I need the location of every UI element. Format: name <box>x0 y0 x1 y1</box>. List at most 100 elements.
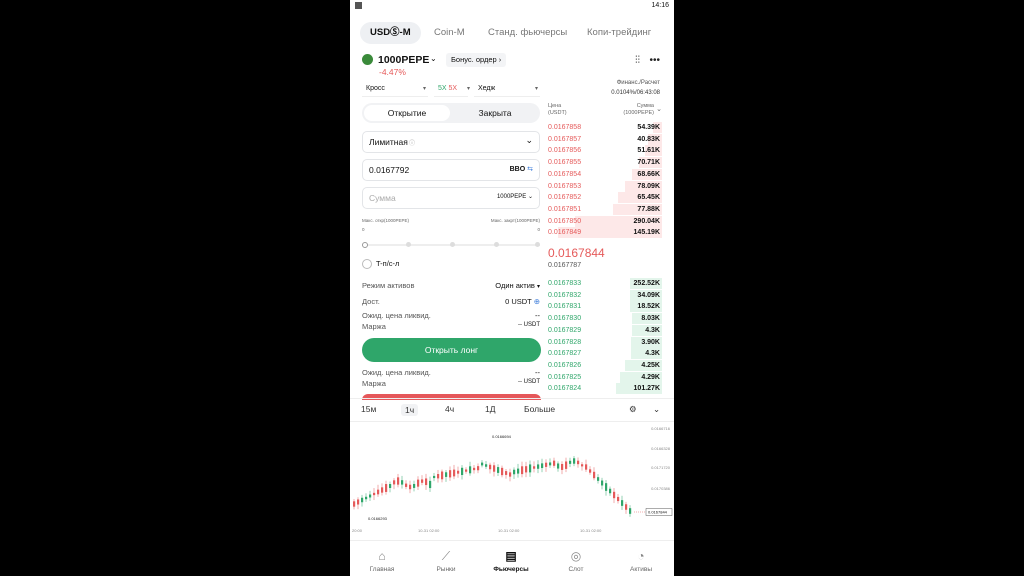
nav-markets[interactable]: ⟋ Рынки <box>414 546 478 573</box>
position-mode-select[interactable]: Хедж ▾ <box>474 82 540 97</box>
ask-row[interactable]: 0.0167851 77.88K <box>546 203 662 215</box>
ask-row[interactable]: 0.0167858 54.39K <box>546 122 662 133</box>
transfer-icon[interactable]: ⊕ <box>534 297 540 306</box>
candle-body <box>393 480 396 485</box>
mark-price: 0.0167787 <box>548 262 582 269</box>
slider-step-75[interactable] <box>494 242 499 247</box>
bbo-button[interactable]: BBO ⇆ <box>510 165 533 173</box>
nav-slot[interactable]: ◎ Слот <box>544 546 608 573</box>
candle-body <box>593 471 596 479</box>
candle-body <box>557 463 560 469</box>
bid-size: 34.09K <box>637 291 660 299</box>
bid-row[interactable]: 0.0167824 101.27K <box>546 383 662 395</box>
chevron-down-icon[interactable]: ⌄ <box>430 54 437 63</box>
slider-step-50[interactable] <box>450 242 455 247</box>
open-long-button[interactable]: Открыть лонг <box>362 338 541 362</box>
bid-row[interactable]: 0.0167830 8.03K <box>546 313 662 325</box>
asset-mode-select[interactable]: Один актив ▾ <box>495 281 540 290</box>
tab-usds-m[interactable]: USDⓈ-M <box>360 22 421 44</box>
candles-settings-icon[interactable]: ⫶⫶ <box>635 55 640 66</box>
timeframe-1d[interactable]: 1Д <box>485 404 495 414</box>
leverage-select[interactable]: 5X 5X ▾ <box>434 82 470 97</box>
margin-mode-select[interactable]: Кросс ▾ <box>362 82 428 97</box>
open-short-button[interactable] <box>362 394 541 400</box>
pair-name[interactable]: 1000PEPE <box>378 54 429 66</box>
price-chart[interactable]: 0.0166716 0.0166328 0.0171720 0.0170386 … <box>350 422 674 540</box>
candle-body <box>465 469 468 472</box>
chart-settings-icon[interactable]: ⚙ <box>629 404 637 415</box>
order-type-select[interactable]: Лимитная ⓘ ⌄ <box>362 131 540 153</box>
tab-coin-m[interactable]: Coin-M <box>434 22 465 44</box>
candle-body <box>617 496 620 502</box>
bid-row[interactable]: 0.0167827 4.3K <box>546 348 662 360</box>
info-icon[interactable]: ⓘ <box>409 138 415 147</box>
y-tick: 0.0166716 <box>651 426 671 431</box>
nav-assets[interactable]: ◔ Активы <box>609 546 673 573</box>
tab-copy-trading[interactable]: Копи-трейдинг <box>587 22 651 44</box>
timeframe-more[interactable]: Больше <box>524 404 555 414</box>
more-icon[interactable]: ••• <box>649 55 660 66</box>
tpsl-checkbox[interactable] <box>362 259 372 269</box>
ask-row[interactable]: 0.0167850 290.04K <box>546 215 662 227</box>
bid-row[interactable]: 0.0167832 34.09K <box>546 289 662 301</box>
chevron-down-icon[interactable]: ⌄ <box>653 404 660 415</box>
ask-row[interactable]: 0.0167855 70.71K <box>546 157 662 169</box>
timeframe-15m[interactable]: 15м <box>361 404 376 414</box>
bid-price: 0.0167826 <box>548 361 582 369</box>
tab-open[interactable]: Открытие <box>364 105 450 121</box>
ask-row[interactable]: 0.0167849 145.19K <box>546 227 662 239</box>
ask-row[interactable]: 0.0167853 78.09K <box>546 180 662 192</box>
candle-body <box>541 463 544 469</box>
amount-slider[interactable] <box>362 242 540 248</box>
tab-close[interactable]: Закрыта <box>452 105 538 121</box>
timeframe-1h[interactable]: 1ч <box>401 404 419 416</box>
amount-input[interactable]: Сумма 1000PEPE ⌄ <box>362 187 540 209</box>
ask-row[interactable]: 0.0167852 65.45K <box>546 192 662 204</box>
pair-coin-icon <box>362 54 373 65</box>
leverage-short: 5X <box>448 85 458 92</box>
ask-price: 0.0167851 <box>548 205 582 213</box>
ask-size: 40.83K <box>637 135 660 143</box>
price-input[interactable]: 0.0167792 BBO ⇆ <box>362 159 540 181</box>
amount-unit-select[interactable]: 1000PEPE ⌄ <box>497 193 533 200</box>
tab-standard-futures[interactable]: Станд. фьючерсы <box>488 22 567 44</box>
candle-body <box>365 496 368 500</box>
candle-body <box>513 469 516 475</box>
candle-body <box>357 499 360 505</box>
bid-price: 0.0167827 <box>548 350 582 358</box>
orderbook-sum-header[interactable]: Сумма (1000PEPE) <box>623 103 654 117</box>
ask-size: 290.04K <box>633 217 660 225</box>
bonus-order-button[interactable]: Бонус. ордер › <box>446 53 507 67</box>
bid-row[interactable]: 0.0167826 4.25K <box>546 359 662 371</box>
home-icon: ⌂ <box>378 549 386 563</box>
amount-placeholder: Сумма <box>369 193 396 203</box>
slot-icon: ◎ <box>570 549 582 563</box>
low-annotation: 0.0166293 <box>368 516 388 521</box>
bid-price: 0.0167828 <box>548 338 582 346</box>
open-close-toggle: Открытие Закрыта <box>362 103 540 123</box>
chevron-down-icon[interactable]: ⌄ <box>656 105 662 113</box>
candle-body <box>585 464 588 470</box>
chevron-down-icon: ▾ <box>534 86 538 92</box>
bid-row[interactable]: 0.0167825 4.29K <box>546 371 662 383</box>
nav-futures[interactable]: ▤ Фьючерсы <box>479 546 543 573</box>
bid-size: 4.3K <box>645 326 660 334</box>
slider-handle[interactable] <box>362 242 368 248</box>
bid-row[interactable]: 0.0167829 4.3K <box>546 324 662 336</box>
ask-row[interactable]: 0.0167856 51.61K <box>546 145 662 157</box>
bid-size: 252.52K <box>633 280 660 287</box>
candle-body <box>493 465 496 472</box>
y-tick: 0.0170386 <box>651 486 671 491</box>
leverage-long: 5X <box>438 85 447 92</box>
ask-row[interactable]: 0.0167857 40.83K <box>546 133 662 145</box>
nav-home[interactable]: ⌂ Главная <box>350 546 414 573</box>
slider-step-100[interactable] <box>535 242 540 247</box>
bid-row[interactable]: 0.0167828 3.90K <box>546 336 662 348</box>
bid-row[interactable]: 0.0167831 18.52K <box>546 301 662 313</box>
timeframe-4h[interactable]: 4ч <box>445 404 454 414</box>
ask-row[interactable]: 0.0167854 68.66K <box>546 168 662 180</box>
last-price[interactable]: 0.0167844 <box>548 246 605 260</box>
candle-body <box>437 474 440 479</box>
bid-row[interactable]: 0.0167833 252.52K <box>546 278 662 289</box>
slider-step-25[interactable] <box>406 242 411 247</box>
